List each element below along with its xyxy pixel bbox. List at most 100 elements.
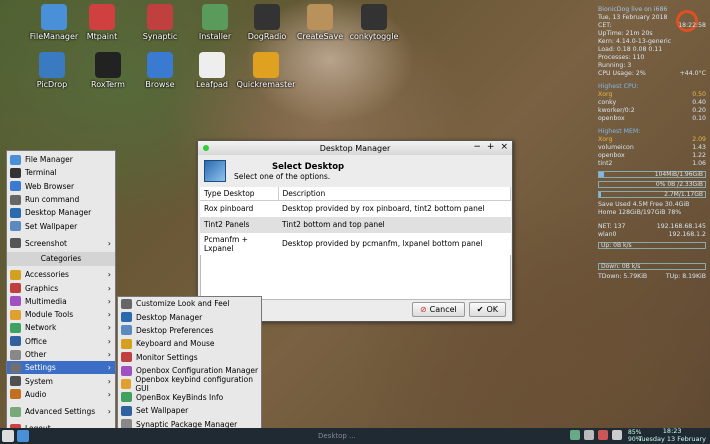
menu-item-web-browser[interactable]: Web Browser (7, 180, 115, 193)
menu-item-audio[interactable]: Audio › (7, 388, 115, 401)
desktop-description-cell: Desktop provided by pcmanfm, lxpanel bot… (282, 239, 483, 248)
submenu-item-label: Openbox Configuration Manager (136, 366, 259, 376)
submenu-item-desktop-preferences[interactable]: Desktop Preferences (118, 324, 261, 337)
menu-item-set-wallpaper[interactable]: Set Wallpaper (7, 219, 115, 232)
desktop-option-row[interactable]: Pcmanfm + Lxpanel Desktop provided by pcm… (200, 233, 511, 255)
menu-item-run-command[interactable]: Run command (7, 193, 115, 206)
menu-item-label: Graphics (25, 283, 59, 293)
conky-cpu-header: Highest CPU: (598, 83, 639, 90)
submenu-item-set-wallpaper[interactable]: Set Wallpaper (118, 404, 261, 417)
ok-label: OK (486, 305, 498, 314)
close-button[interactable]: × (500, 142, 508, 152)
submenu-item-customize-look-and-feel[interactable]: Customize Look and Feel (118, 297, 261, 310)
desktop-list: Type Desktop Description Rox pinboard Des… (200, 187, 511, 255)
menu-item-module-tools[interactable]: Module Tools › (7, 308, 115, 321)
web-browser-icon (10, 181, 21, 192)
taskbar-task[interactable]: Desktop ... (318, 432, 356, 440)
conky-total-up: TUp: 8.19KiB (665, 273, 706, 280)
submenu-item-openbox-keybind-configuration-gui[interactable]: Openbox keybind configuration GUI (118, 375, 261, 393)
submenu-item-label: OpenBox KeyBinds Info (136, 392, 224, 402)
tray-volume-icon[interactable] (612, 430, 622, 440)
checkmark-icon: ✔ (476, 305, 484, 314)
conky-home: Home 128GiB/197GiB 78% (598, 209, 682, 216)
chevron-right-icon: › (107, 283, 111, 293)
submenu-item-monitor-settings[interactable]: Monitor Settings (118, 351, 261, 364)
conky-row: Running: 3 (598, 62, 632, 69)
monitor-icon (361, 4, 387, 30)
submenu-item-label: Set Wallpaper (136, 406, 189, 416)
dialog-header: Select Desktop Select one of the options… (198, 155, 512, 187)
submenu-item-desktop-manager[interactable]: Desktop Manager (118, 310, 261, 323)
keyboard-icon (121, 338, 132, 349)
column-header-type[interactable]: Type Desktop (200, 187, 279, 201)
wallpaper-icon (10, 221, 21, 232)
desktop-icon-quickremaster[interactable]: Quickremaster (234, 52, 298, 89)
menu-item-label: Network (25, 323, 57, 333)
menu-item-label: System (25, 376, 53, 386)
radio-icon (254, 4, 280, 30)
conky-row: Tue, 13 February 2018 (598, 14, 668, 21)
maximize-button[interactable]: + (487, 142, 495, 152)
wallpaper-icon (121, 405, 132, 416)
pencils-icon (89, 4, 115, 30)
menu-item-terminal[interactable]: Terminal (7, 166, 115, 179)
conky-storage: Save Used 4.5M Free 30.4GiB (598, 201, 690, 208)
customize-icon (121, 298, 132, 309)
ok-button[interactable]: ✔ OK (468, 302, 506, 317)
menu-item-label: Terminal (25, 168, 57, 178)
conky-row: conky 0.40 (598, 99, 706, 106)
menu-item-settings[interactable]: Settings › (7, 361, 115, 375)
desktop-type-cell: Tint2 Panels (200, 216, 278, 233)
tray-network-icon[interactable] (584, 430, 594, 440)
desktop-icon-picdrop[interactable]: PicDrop (20, 52, 84, 89)
tray-app-icon[interactable] (570, 430, 580, 440)
conky-row: tint2 1.06 (598, 160, 706, 167)
dialog-titlebar[interactable]: Desktop Manager − + × (198, 141, 512, 155)
conky-row: CET: 18:22:58 (598, 22, 706, 29)
window-status-icon (203, 145, 209, 151)
desktop-option-row[interactable]: Rox pinboard Desktop provided by rox pinb… (200, 201, 511, 217)
menu-item-office[interactable]: Office › (7, 335, 115, 348)
menu-start-icon[interactable] (2, 430, 14, 442)
conky-usage-bar: 2.7M/1.17GB (598, 191, 706, 198)
conky-row: volumeicon 1.43 (598, 144, 706, 151)
menu-item-label: Module Tools (25, 310, 74, 320)
menu-item-label: Audio (25, 389, 47, 399)
submenu-item-keyboard-and-mouse[interactable]: Keyboard and Mouse (118, 337, 261, 350)
system-icon (10, 376, 21, 387)
menu-item-graphics[interactable]: Graphics › (7, 281, 115, 294)
conky-total-down: TDown: 5.79KiB (598, 273, 648, 280)
desktop-type-cell: Pcmanfm + Lxpanel (204, 234, 248, 253)
minimize-button[interactable]: − (473, 142, 481, 152)
conky-usage-bar: 0% 0B /2.33GiB (598, 181, 706, 188)
menu-item-accessories[interactable]: Accessories › (7, 268, 115, 281)
menu-item-label: Advanced Settings (25, 407, 96, 417)
menu-item-multimedia[interactable]: Multimedia › (7, 295, 115, 308)
menu-item-network[interactable]: Network › (7, 321, 115, 334)
menu-item-screenshot[interactable]: Screenshot › (7, 237, 115, 250)
desktop-preferences-icon (121, 325, 132, 336)
cancel-label: Cancel (429, 305, 457, 314)
desktop-icon-conkytoggle[interactable]: conkytoggle (342, 4, 406, 41)
menu-item-file-manager[interactable]: File Manager (7, 153, 115, 166)
chevron-right-icon: › (107, 407, 111, 417)
desktop-option-row[interactable]: Tint2 Panels Tint2 bottom and top panel (200, 216, 511, 233)
show-desktop-icon[interactable] (17, 430, 29, 442)
desktop-icon-label: PicDrop (36, 80, 68, 89)
menu-item-advanced-settings[interactable]: Advanced Settings › (7, 405, 115, 418)
cancel-button[interactable]: ⊘ Cancel (411, 302, 465, 317)
menu-item-label: Run command (25, 195, 80, 205)
conky-row: Load: 0.18 0.08 0.11 (598, 46, 663, 53)
menu-item-desktop-manager[interactable]: Desktop Manager (7, 206, 115, 219)
desktop-icon-mtpaint[interactable]: Mtpaint (70, 4, 134, 41)
network-icon (10, 322, 21, 333)
menu-item-label: Multimedia (25, 296, 67, 306)
start-menu: File Manager Terminal Web Browser Run comma… (6, 150, 116, 438)
column-header-description[interactable]: Description (278, 187, 511, 201)
menu-item-system[interactable]: System › (7, 374, 115, 387)
menu-item-other[interactable]: Other › (7, 348, 115, 361)
tray-battery-icon[interactable] (598, 430, 608, 440)
clock[interactable]: 18:23 Tuesday 13 February (638, 427, 706, 443)
submenu-item-label: Desktop Preferences (136, 325, 214, 335)
advanced-settings-icon (10, 406, 21, 417)
